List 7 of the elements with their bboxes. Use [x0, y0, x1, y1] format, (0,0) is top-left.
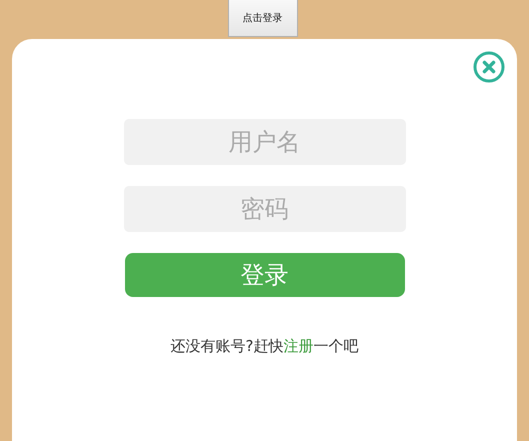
input-field[interactable]: 密码: [124, 186, 406, 232]
close-icon[interactable]: [473, 51, 505, 83]
submit-button[interactable]: 登录: [124, 253, 404, 297]
input-field[interactable]: 用户名: [124, 119, 406, 165]
login-button[interactable]: 点击登录: [228, 0, 298, 37]
register-link[interactable]: 注册: [283, 337, 314, 355]
register-prompt: 还没有账号?赶快注册一个吧: [170, 337, 358, 356]
